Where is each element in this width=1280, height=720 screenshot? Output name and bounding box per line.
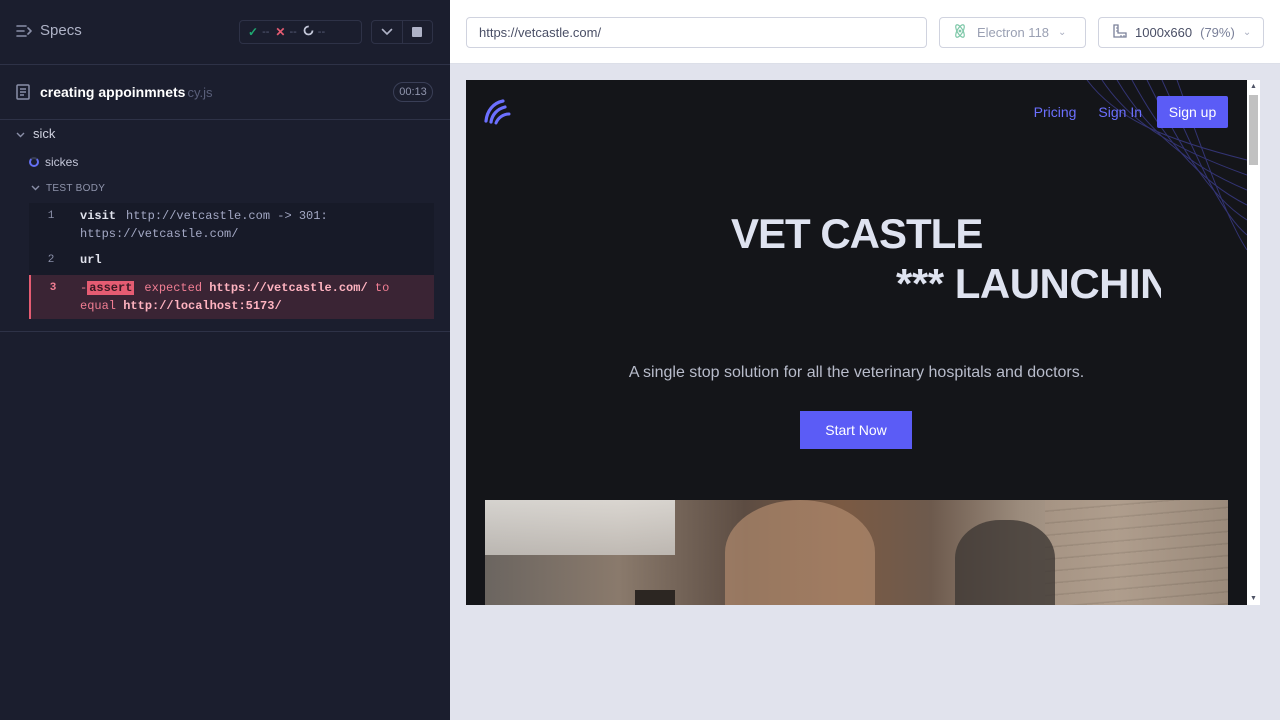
- document-icon: [16, 84, 30, 105]
- test-body-header[interactable]: TEST BODY: [31, 183, 105, 194]
- equal-word: equal: [80, 299, 117, 313]
- reporter-panel: Specs ✓ -- ✕ -- -- creating appoinmnets …: [0, 0, 450, 720]
- assert-badge: assert: [87, 281, 135, 295]
- to-word: to: [374, 281, 390, 295]
- spec-extension: cy.js: [187, 85, 213, 100]
- browser-label: Electron 118: [977, 25, 1050, 40]
- nav-pricing-link[interactable]: Pricing: [1034, 104, 1077, 120]
- suite-label: sick: [33, 126, 56, 141]
- failed-command-row[interactable]: 3 - assert expected https://vetcastle.com/…: [29, 275, 434, 319]
- hero-title: VET CASTLE: [731, 210, 983, 257]
- app-preview: Pricing Sign In Sign up VET CASTLE *** L…: [466, 80, 1247, 605]
- viewport-size: 1000x660: [1135, 25, 1193, 40]
- command-number: 1: [47, 210, 55, 222]
- chevron-down-icon: ⌄: [1058, 27, 1067, 38]
- spec-duration-badge: 00:13: [393, 82, 433, 102]
- hero-subtitle: *** LAUNCHING SOON: [896, 260, 1161, 307]
- browser-toolbar: https://vetcastle.com/ Electron 118 ⌄ 10…: [450, 0, 1280, 64]
- command-name: url: [80, 253, 102, 267]
- scroll-up-arrow-icon[interactable]: ▲: [1250, 83, 1257, 90]
- test-body-label: TEST BODY: [46, 183, 106, 194]
- test-title[interactable]: sickes: [29, 155, 78, 169]
- check-icon: ✓: [248, 25, 259, 39]
- stop-icon: [412, 27, 423, 37]
- signup-button[interactable]: Sign up: [1157, 96, 1228, 128]
- expected-value: https://vetcastle.com/: [209, 281, 368, 295]
- url-bar[interactable]: https://vetcastle.com/: [466, 17, 927, 48]
- command-row[interactable]: 1 visit http://vetcastle.com -> 301: http…: [29, 203, 434, 247]
- failed-stat: ✕ --: [275, 25, 296, 39]
- test-stats: ✓ -- ✕ -- --: [239, 20, 362, 44]
- spec-header: creating appoinmnets cy.js 00:13: [0, 65, 450, 120]
- stop-button[interactable]: [401, 21, 432, 43]
- chevron-down-icon: [31, 183, 40, 194]
- expected-word: expected: [144, 281, 203, 295]
- ruler-icon: [1112, 23, 1127, 42]
- running-spinner-icon: [29, 157, 39, 167]
- command-number: 3: [49, 282, 57, 294]
- passed-count: --: [262, 26, 270, 38]
- chevron-down-icon: [381, 23, 393, 41]
- spec-title: creating appoinmnets cy.js: [40, 84, 213, 100]
- divider: [0, 331, 450, 332]
- command-name: visit: [80, 209, 117, 223]
- command-log: 1 visit http://vetcastle.com -> 301: http…: [29, 203, 434, 319]
- command-row[interactable]: 2 url: [29, 247, 434, 275]
- x-icon: ✕: [275, 25, 286, 39]
- electron-icon: [952, 23, 968, 42]
- command-message-cont: https://vetcastle.com/: [80, 227, 239, 241]
- chevron-down-icon: ⌄: [1242, 27, 1252, 38]
- passed-stat: ✓ --: [248, 25, 269, 39]
- site-nav: Pricing Sign In Sign up: [1034, 96, 1228, 128]
- command-number: 2: [47, 254, 55, 266]
- pending-icon: [303, 25, 314, 39]
- hero-subtitle-wrap: *** LAUNCHING SOON: [896, 260, 1161, 310]
- app-scrollbar[interactable]: ▲ ▼: [1247, 80, 1260, 605]
- hero-photo: [485, 500, 1228, 605]
- viewport-selector[interactable]: 1000x660 (79%) ⌄: [1098, 17, 1264, 48]
- test-label: sickes: [45, 155, 79, 169]
- start-now-button[interactable]: Start Now: [800, 411, 912, 449]
- collapse-button[interactable]: [372, 21, 402, 43]
- scrollbar-thumb[interactable]: [1249, 95, 1258, 165]
- viewport-scale: (79%): [1200, 25, 1235, 40]
- hero-tagline: A single stop solution for all the veter…: [628, 364, 1085, 381]
- pending-stat: --: [303, 25, 325, 39]
- spec-name: creating appoinmnets: [40, 84, 186, 100]
- run-controls: [371, 20, 433, 44]
- vetcastle-logo[interactable]: [483, 97, 511, 130]
- actual-value: http://localhost:5173/: [123, 299, 282, 313]
- reporter-header: Specs ✓ -- ✕ -- --: [0, 0, 450, 65]
- specs-label: Specs: [40, 22, 82, 39]
- command-message: http://vetcastle.com -> 301:: [126, 209, 328, 223]
- specs-list-icon: [16, 24, 32, 38]
- scroll-down-arrow-icon[interactable]: ▼: [1250, 595, 1257, 602]
- failed-count: --: [289, 26, 297, 38]
- browser-selector[interactable]: Electron 118 ⌄: [939, 17, 1086, 48]
- pending-count: --: [317, 26, 326, 38]
- suite-title[interactable]: sick: [16, 126, 55, 141]
- specs-toggle-button[interactable]: Specs: [16, 22, 82, 39]
- chevron-down-icon: [16, 126, 25, 141]
- nav-signin-link[interactable]: Sign In: [1098, 104, 1142, 120]
